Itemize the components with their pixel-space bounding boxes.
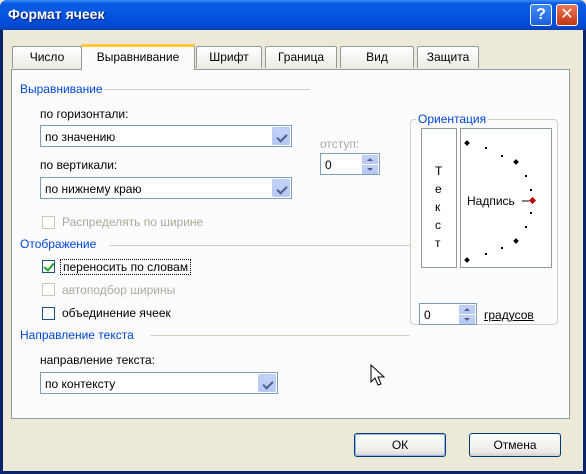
dial-tick-major [513, 238, 519, 244]
chevron-down-icon[interactable] [272, 127, 290, 145]
vertical-text-char: Т [435, 164, 443, 178]
indent-value: 0 [325, 158, 332, 172]
dial-tick-minor [501, 247, 503, 249]
tab-alignment[interactable]: Выравнивание [81, 44, 195, 70]
direction-select-value: по контексту [45, 377, 116, 391]
mouse-cursor-icon [370, 364, 386, 386]
wrap-text-checkbox[interactable] [42, 260, 55, 273]
spin-up-icon[interactable] [459, 305, 475, 314]
merge-cells-checkbox[interactable] [42, 307, 55, 320]
vertical-select[interactable]: по нижнему краю [40, 177, 292, 199]
dial-tick-major [513, 159, 519, 165]
indent-label: отступ: [320, 137, 360, 151]
direction-select[interactable]: по контексту [40, 372, 278, 394]
wrap-text-label: переносить по словам [60, 259, 192, 275]
spin-up-icon[interactable] [362, 155, 378, 164]
dial-label: Надпись [467, 194, 515, 208]
tab-number[interactable]: Число [12, 46, 82, 68]
dial-handle[interactable] [528, 196, 537, 205]
close-icon[interactable]: ✕ [556, 4, 578, 26]
vertical-text-char: е [435, 182, 442, 196]
alignment-group-divider [104, 89, 310, 90]
dial-tick-major [464, 140, 470, 146]
tab-protection[interactable]: Защита [417, 46, 479, 68]
dial-tick-major [464, 257, 470, 263]
spin-down-icon[interactable] [362, 165, 378, 174]
chevron-down-icon[interactable] [258, 374, 276, 392]
dial-tick-minor [501, 155, 503, 157]
vertical-text-char: к [435, 200, 441, 214]
title-bar[interactable]: Формат ячеек ? ✕ [0, 0, 586, 30]
shrink-checkbox[interactable] [42, 283, 55, 296]
indent-stepper[interactable]: 0 [320, 153, 380, 175]
direction-group-label: Направление текста [20, 328, 134, 342]
distribute-checkbox[interactable] [42, 216, 55, 229]
alignment-group-label: Выравнивание [20, 82, 103, 96]
dial-tick-minor [485, 253, 487, 255]
dialog-window: Формат ячеек ? ✕ Число Выравнивание Шриф… [0, 0, 586, 474]
tab-font[interactable]: Шрифт [196, 46, 262, 68]
tab-panel: Выравнивание по горизонтали: по значению… [11, 69, 570, 419]
merge-cells-label: объединение ячеек [62, 306, 171, 320]
orientation-group-label: Ориентация [416, 112, 489, 126]
degrees-value: 0 [424, 308, 431, 322]
direction-label: направление текста: [40, 353, 156, 367]
vertical-text-char: т [435, 236, 441, 250]
distribute-label: Распределять по ширине [62, 215, 204, 229]
dial-tick-minor [530, 212, 532, 214]
dial-tick-minor [530, 189, 532, 191]
vertical-label: по вертикали: [40, 158, 118, 172]
display-group-label: Отображение [20, 237, 97, 251]
direction-group-divider [150, 335, 410, 336]
vertical-select-value: по нижнему краю [45, 182, 142, 196]
degrees-label: градусов [484, 308, 534, 322]
degrees-stepper[interactable]: 0 [419, 303, 477, 325]
shrink-label: автоподбор ширины [62, 283, 176, 297]
orientation-dial[interactable]: Надпись [460, 128, 552, 268]
tab-border[interactable]: Граница [265, 46, 337, 68]
spin-down-icon[interactable] [459, 315, 475, 324]
horizontal-label: по горизонтали: [40, 107, 129, 121]
question-icon[interactable]: ? [530, 4, 552, 26]
dial-tick-minor [525, 175, 527, 177]
horizontal-select[interactable]: по значению [40, 125, 292, 147]
vertical-text-box[interactable]: Т е к с т [421, 128, 457, 268]
vertical-text-char: с [435, 218, 441, 232]
dial-tick-minor [525, 226, 527, 228]
window-title: Формат ячеек [8, 6, 105, 22]
tab-view[interactable]: Вид [340, 46, 414, 68]
ok-button[interactable]: ОК [354, 433, 446, 457]
display-group-divider [110, 245, 410, 246]
dialog-client: Число Выравнивание Шрифт Граница Вид Защ… [3, 30, 583, 471]
cancel-button[interactable]: Отмена [469, 433, 561, 457]
chevron-down-icon[interactable] [272, 179, 290, 197]
horizontal-select-value: по значению [45, 130, 116, 144]
dial-tick-minor [485, 147, 487, 149]
